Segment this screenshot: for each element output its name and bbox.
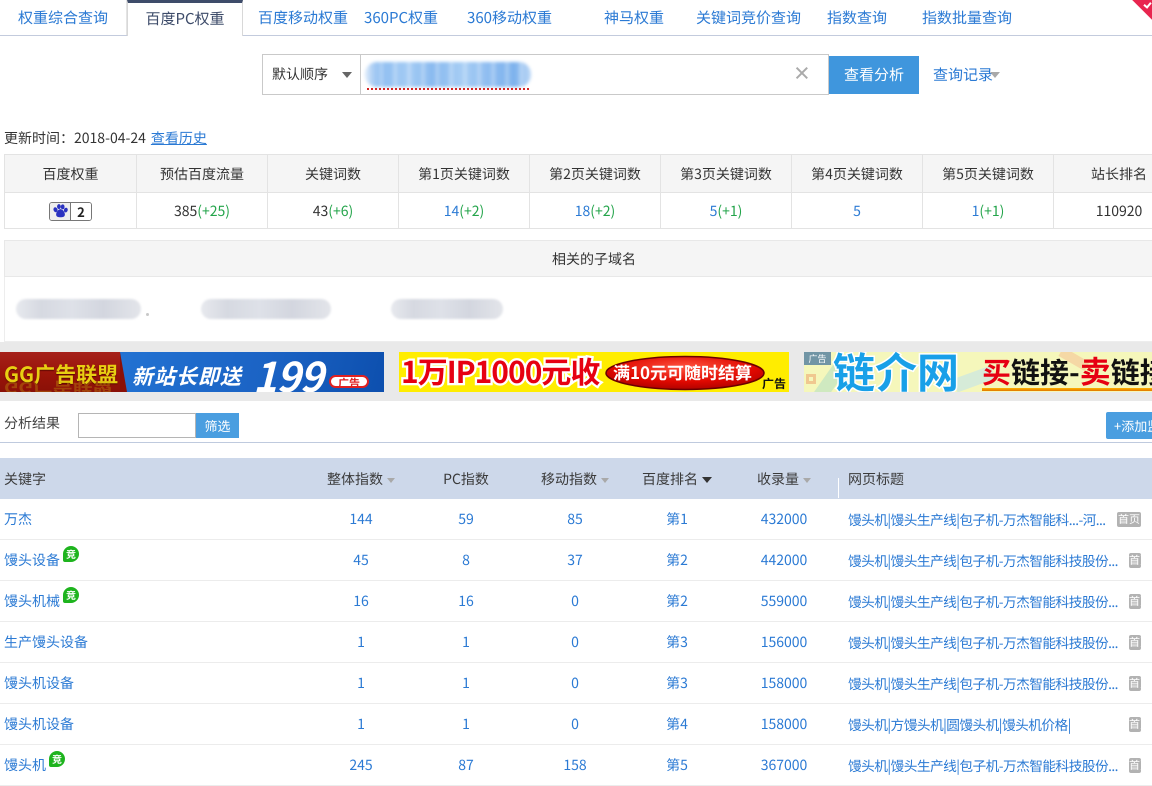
svg-text:满10元可随时结算: 满10元可随时结算 — [613, 359, 752, 384]
svg-text:链介网: 链介网 — [833, 352, 959, 392]
svg-text:买链接-卖链接: 买链接-卖链接 — [982, 352, 1152, 392]
svg-text:1万IP1000元收: 1万IP1000元收 — [401, 352, 600, 392]
